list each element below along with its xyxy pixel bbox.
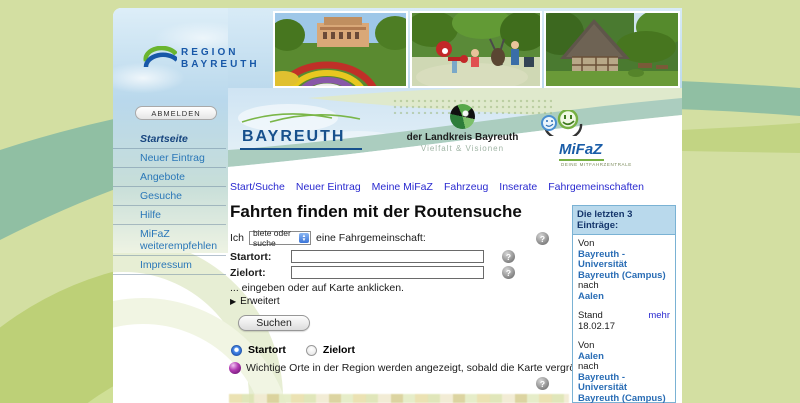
nav-inserate[interactable]: Inserate	[499, 181, 537, 193]
nav-start-suche[interactable]: Start/Suche	[230, 181, 285, 193]
startort-radio[interactable]	[231, 345, 242, 356]
mifaz-wordmark: MiFaZ	[559, 141, 604, 161]
sidebar-menu: Startseite Neuer Eintrag Angebote Gesuch…	[113, 130, 226, 275]
region-bayreuth-logo: REGION BAYREUTH	[143, 46, 260, 72]
help-icon[interactable]: ?	[502, 250, 515, 263]
nav-fahrgemeinschaften[interactable]: Fahrgemeinschaften	[548, 181, 644, 193]
erweitert-label: Erweitert	[240, 296, 279, 307]
help-icon[interactable]: ?	[536, 232, 549, 245]
nav-fahrzeug[interactable]: Fahrzeug	[444, 181, 488, 193]
suchen-button[interactable]: Suchen	[238, 315, 310, 331]
mifaz-tagline: DEINE MITFAHRZENTRALE	[561, 162, 647, 167]
photo-farmhouse	[544, 11, 680, 88]
bayreuth-city-wordmark: BAYREUTH	[240, 128, 362, 150]
entry-from-link[interactable]: Bayreuth - Universität Bayreuth (Campus)	[578, 250, 670, 282]
sidebar-item-mifaz-weiterempfehlen[interactable]: MiFaZ weiterempfehlen	[113, 225, 226, 256]
abmelden-button[interactable]: ABMELDEN	[135, 106, 217, 120]
sidebar-item-neuer-eintrag[interactable]: Neuer Eintrag	[113, 149, 226, 168]
sidebar-item-gesuche[interactable]: Gesuche	[113, 187, 226, 206]
startort-input[interactable]	[291, 250, 484, 263]
fahrgemeinschaft-label: eine Fahrgemeinschaft:	[316, 232, 426, 244]
photo-children-playground	[410, 11, 542, 88]
map-top-edge[interactable]	[229, 394, 569, 403]
main-nav: Start/Suche Neuer Eintrag Meine MiFaZ Fa…	[230, 181, 644, 193]
erweitert-toggle[interactable]: ▶ Erweitert	[230, 296, 280, 307]
region-swoosh-icon	[143, 46, 177, 72]
important-place-marker-icon	[229, 362, 241, 374]
triangle-right-icon: ▶	[230, 297, 236, 306]
zielort-radio[interactable]	[306, 345, 317, 356]
help-icon[interactable]: ?	[536, 377, 549, 390]
sidebar-item-impressum[interactable]: Impressum	[113, 256, 226, 275]
latest-entries-title: Die letzten 3 Einträge:	[573, 206, 675, 235]
latest-entries-box: Die letzten 3 Einträge: Von Bayreuth - U…	[572, 205, 676, 403]
bayreuth-city-logo: BAYREUTH	[240, 110, 362, 150]
mifaz-smileys-icon	[537, 110, 589, 136]
help-icon[interactable]: ?	[502, 266, 515, 279]
landkreis-swirl-icon	[450, 104, 475, 129]
nav-neuer-eintrag[interactable]: Neuer Eintrag	[296, 181, 361, 193]
entry-nach-label: nach	[578, 362, 670, 373]
region-logo-line1: REGION	[181, 47, 260, 59]
landkreis-name: der Landkreis Bayreuth	[400, 132, 525, 143]
photo-festspielhaus-garden	[273, 11, 408, 88]
map-hint-text: ... eingeben oder auf Karte anklicken.	[230, 282, 404, 294]
entry-von-label: Von	[578, 239, 670, 250]
map-mode-radios: Startort Zielort	[231, 344, 355, 356]
map-note-row: Wichtige Orte in der Region werden angez…	[229, 362, 619, 374]
zielort-label: Zielort:	[230, 267, 266, 279]
entry-to-link[interactable]: Bayreuth - Universität Bayreuth (Campus)	[578, 373, 670, 403]
sidebar-item-angebote[interactable]: Angebote	[113, 168, 226, 187]
latest-entry: Von Bayreuth - Universität Bayreuth (Cam…	[578, 239, 670, 332]
entry-stand-label: Stand	[578, 311, 603, 322]
ich-label: Ich	[230, 232, 244, 244]
latest-entry: Von Aalen nach Bayreuth - Universität Ba…	[578, 341, 670, 403]
landkreis-tagline: Vielfalt & Visionen	[400, 144, 525, 153]
startort-radio-label: Startort	[248, 344, 286, 356]
region-logo-line2: BAYREUTH	[181, 59, 260, 71]
entry-to-link[interactable]: Aalen	[578, 292, 670, 303]
sidebar-item-startseite[interactable]: Startseite	[113, 130, 226, 149]
latest-entries-body: Von Bayreuth - Universität Bayreuth (Cam…	[573, 235, 675, 403]
entry-nach-label: nach	[578, 281, 670, 292]
zielort-input[interactable]	[291, 266, 484, 279]
mode-row: Ich biete oder suche ▲ ▼ eine Fahrgemein…	[230, 231, 426, 245]
mode-select[interactable]: biete oder suche ▲ ▼	[249, 231, 311, 245]
entry-date: 18.02.17	[578, 322, 670, 333]
mifaz-logo: MiFaZ DEINE MITFAHRZENTRALE	[537, 110, 647, 167]
zielort-radio-label: Zielort	[323, 344, 355, 356]
bayreuth-arcs-icon	[240, 110, 362, 123]
select-stepper-icon: ▲ ▼	[299, 233, 309, 243]
map-note-text: Wichtige Orte in der Region werden angez…	[246, 362, 619, 374]
stepper-down-icon: ▼	[302, 238, 306, 242]
sidebar-item-hilfe[interactable]: Hilfe	[113, 206, 226, 225]
page-title: Fahrten finden mit der Routensuche	[230, 202, 522, 222]
entry-mehr-link[interactable]: mehr	[648, 311, 670, 322]
nav-meine-mifaz[interactable]: Meine MiFaZ	[372, 181, 433, 193]
landkreis-bayreuth-logo: der Landkreis Bayreuth Vielfalt & Vision…	[400, 104, 525, 153]
startort-label: Startort:	[230, 251, 271, 263]
page: REGION BAYREUTH	[0, 0, 800, 403]
entry-von-label: Von	[578, 341, 670, 352]
